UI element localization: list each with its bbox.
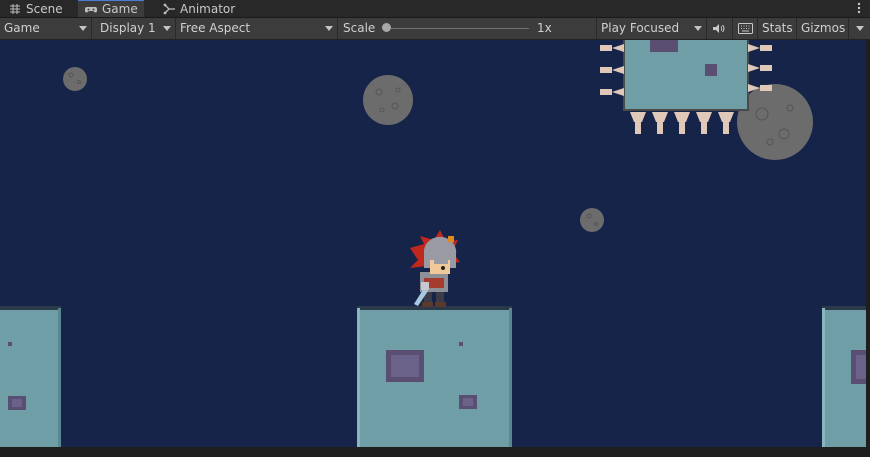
viewport-right-edge xyxy=(866,40,870,447)
rock-small-center xyxy=(580,208,604,232)
scale-slider-track[interactable] xyxy=(383,28,529,29)
platform-left xyxy=(0,306,61,447)
chevron-down-icon xyxy=(856,26,864,31)
gizmos-dropdown[interactable] xyxy=(849,18,870,39)
scale-label: Scale xyxy=(343,21,376,35)
play-mode-value: Play Focused xyxy=(601,21,680,35)
chevron-down-icon xyxy=(694,26,702,31)
scale-value: 1x xyxy=(537,21,552,35)
stats-button[interactable]: Stats xyxy=(758,18,797,39)
stats-label: Stats xyxy=(762,21,793,35)
tab-game-label: Game xyxy=(102,2,138,16)
editor-tab-bar: Scene Game Animator xyxy=(0,0,870,18)
rock-small-left xyxy=(63,67,87,91)
game-toolbar: Game Display 1 Free Aspect Scale 1x Play… xyxy=(0,18,870,40)
scale-slider-knob[interactable] xyxy=(382,23,391,32)
gamepad-icon xyxy=(85,7,97,13)
tab-animator[interactable]: Animator xyxy=(156,0,241,17)
rock-medium xyxy=(363,75,413,125)
display-mode-value: Game xyxy=(4,21,40,35)
platform-right xyxy=(822,306,866,447)
tab-scene[interactable]: Scene xyxy=(2,0,69,17)
speaker-icon xyxy=(713,24,725,33)
platform-center xyxy=(357,306,512,447)
play-mode-dropdown[interactable]: Play Focused xyxy=(597,18,707,39)
aspect-value: Free Aspect xyxy=(180,21,251,35)
gizmos-label: Gizmos xyxy=(801,21,846,35)
display-dropdown[interactable]: Display 1 xyxy=(96,18,176,39)
game-scene xyxy=(0,40,866,447)
chevron-down-icon xyxy=(325,26,333,31)
animator-icon xyxy=(163,3,175,15)
chevron-down-icon xyxy=(79,26,87,31)
tab-animator-label: Animator xyxy=(180,2,236,16)
mute-audio-button[interactable] xyxy=(707,18,733,39)
game-viewport[interactable] xyxy=(0,40,866,447)
grid-icon xyxy=(10,4,20,14)
more-options-icon[interactable] xyxy=(856,1,862,15)
scale-control: Scale 1x xyxy=(339,18,597,39)
viewport-bottom-edge xyxy=(0,447,870,457)
knight-character xyxy=(410,230,460,307)
tab-scene-label: Scene xyxy=(26,2,63,16)
keyboard-icon xyxy=(738,23,753,34)
shortcuts-button[interactable] xyxy=(733,18,758,39)
gizmos-button[interactable]: Gizmos xyxy=(797,18,849,39)
display-value: Display 1 xyxy=(100,21,156,35)
tab-game[interactable]: Game xyxy=(78,0,144,17)
aspect-dropdown[interactable]: Free Aspect xyxy=(176,18,338,39)
chevron-down-icon xyxy=(163,26,171,31)
display-mode-dropdown[interactable]: Game xyxy=(0,18,92,39)
